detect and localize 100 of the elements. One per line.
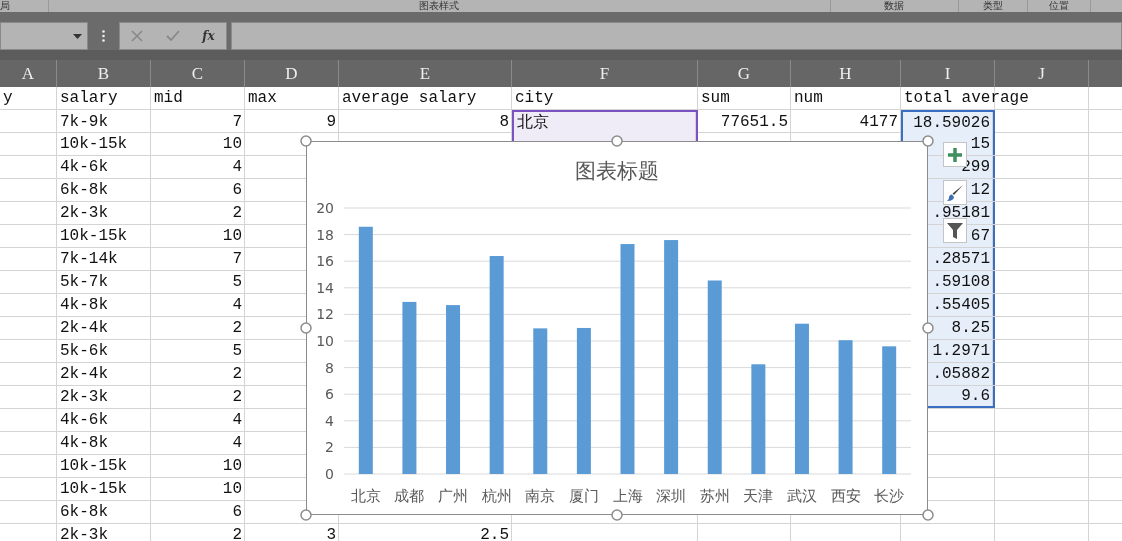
table-cell: 10 <box>222 480 242 498</box>
table-cell: 12 <box>970 181 990 199</box>
axis-label: 广州 <box>438 487 469 505</box>
table-cell: 4 <box>232 296 242 314</box>
column-header[interactable]: G <box>737 63 751 84</box>
axis-label: 长沙 <box>874 487 905 505</box>
table-cell: 2k-3k <box>60 526 108 541</box>
column-header[interactable]: C <box>191 63 204 84</box>
axis-label: 厦门 <box>568 487 599 505</box>
plus-icon <box>948 147 962 162</box>
table-cell: 4k-8k <box>60 434 108 452</box>
table-cell: 7k-14k <box>60 250 118 268</box>
resize-handle[interactable] <box>922 509 934 521</box>
table-cell: 1.2971 <box>932 342 990 360</box>
table-cell: 10 <box>222 457 242 475</box>
table-cell: 8 <box>499 112 509 131</box>
column-header[interactable]: A <box>21 63 35 84</box>
table-cell: 67 <box>970 227 990 245</box>
resize-handle[interactable] <box>922 322 934 334</box>
check-icon[interactable] <box>165 30 180 42</box>
table-cell: 7k-9k <box>60 112 108 131</box>
caret-icon[interactable] <box>73 33 82 39</box>
axis-label: 20 <box>316 200 334 216</box>
chart-styles-button[interactable] <box>943 180 967 205</box>
table-cell: 4 <box>232 411 242 429</box>
axis-label: 4 <box>325 412 334 429</box>
table-cell: 北京 <box>517 112 549 133</box>
axis-label: 0 <box>325 466 334 482</box>
chart[interactable]: 图表标题 0 2 4 6 8 10 12 14 16 18 20 北京 成都 广州 杭州 南京 厦门 上海 深圳 苏州 天津 武汉 西安 长沙 <box>306 141 928 515</box>
table-cell: 2 <box>232 319 242 337</box>
column-header[interactable]: J <box>1038 63 1045 84</box>
table-cell: 2k-3k <box>60 388 108 406</box>
formula-input[interactable] <box>231 22 1122 50</box>
table-cell: .59108 <box>932 273 990 291</box>
axis-label: 成都 <box>394 487 425 505</box>
resize-handle[interactable] <box>922 135 934 147</box>
table-cell: 2 <box>232 204 242 222</box>
table-cell: 77651.5 <box>720 112 788 131</box>
ribbon-group-label: 图表样式 <box>419 0 459 12</box>
table-cell: sum <box>701 89 730 107</box>
resize-handle[interactable] <box>611 509 623 521</box>
ribbon-group-label: 局 <box>0 0 10 12</box>
table-cell: 9 <box>326 112 336 131</box>
resize-handle[interactable] <box>611 135 623 147</box>
table-cell: 5k-7k <box>60 273 108 291</box>
table-cell: 8.25 <box>951 319 990 337</box>
brush-icon <box>946 183 964 202</box>
axis-label: 2 <box>325 439 334 456</box>
table-cell: 4k-6k <box>60 411 108 429</box>
table-cell: 10k-15k <box>60 457 128 475</box>
axis-label: 18 <box>316 226 334 243</box>
axis-label: 南京 <box>525 487 556 505</box>
table-cell: 7 <box>232 250 242 268</box>
axis-label: 天津 <box>743 487 774 505</box>
cancel-icon[interactable] <box>131 30 144 42</box>
table-cell: mid <box>154 89 183 107</box>
table-cell: 2 <box>232 365 242 383</box>
table-cell: total average <box>904 89 1029 107</box>
column-header[interactable]: F <box>599 63 610 84</box>
axis-label: 14 <box>316 279 334 296</box>
axis-label: 8 <box>325 359 334 376</box>
table-cell: 5 <box>232 342 242 360</box>
resize-handle[interactable] <box>300 135 312 147</box>
table-cell: 2.5 <box>480 526 509 541</box>
table-cell: num <box>794 89 823 107</box>
more-icon[interactable] <box>102 30 105 42</box>
table-cell: 5k-6k <box>60 342 108 360</box>
ribbon-group-label: 类型 <box>982 0 1003 12</box>
axis-label: 西安 <box>830 487 861 505</box>
chart-title: 图表标题 <box>575 159 659 183</box>
axis-label: 上海 <box>612 487 643 505</box>
column-header[interactable]: D <box>285 63 298 84</box>
table-cell: 6k-8k <box>60 181 108 199</box>
column-header[interactable]: B <box>97 63 110 84</box>
table-cell: 4 <box>232 434 242 452</box>
resize-handle[interactable] <box>300 509 312 521</box>
column-header[interactable]: I <box>944 63 951 84</box>
column-header[interactable]: H <box>839 63 852 84</box>
table-cell: 3 <box>326 526 336 541</box>
ribbon-group-label: 位置 <box>1048 0 1069 12</box>
table-cell: .95181 <box>932 204 990 222</box>
table-cell: 6 <box>232 181 242 199</box>
table-cell: 10k-15k <box>60 135 128 153</box>
resize-handle[interactable] <box>300 322 312 334</box>
table-cell: 10k-15k <box>60 480 128 498</box>
insert-function-button[interactable]: fx <box>202 29 215 43</box>
table-cell: city <box>515 89 554 107</box>
axis-label: 16 <box>316 253 334 270</box>
axis-label: 6 <box>325 386 334 403</box>
table-cell: 2 <box>232 526 242 541</box>
table-cell: 2k-4k <box>60 319 108 337</box>
filter-icon <box>946 221 964 240</box>
table-cell: 2k-4k <box>60 365 108 383</box>
column-header[interactable]: E <box>419 63 431 84</box>
ribbon-group-label: 数据 <box>884 0 904 12</box>
axis-label: 北京 <box>350 487 381 505</box>
table-cell: 4177 <box>859 112 898 131</box>
table-cell: 4k-8k <box>60 296 108 314</box>
chart-filters-button[interactable] <box>943 218 967 243</box>
table-cell: 10 <box>222 135 242 153</box>
